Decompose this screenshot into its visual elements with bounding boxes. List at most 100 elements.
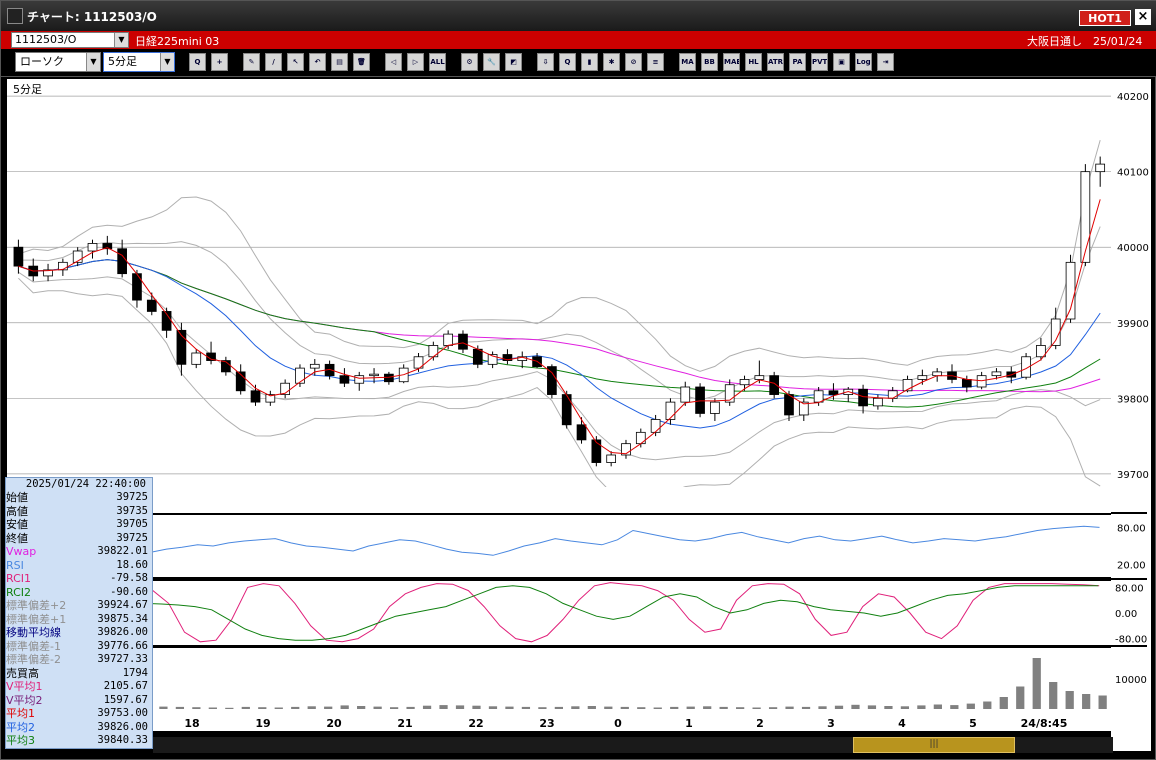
volume-bar xyxy=(867,705,877,709)
time-tick-label: 2 xyxy=(756,717,764,730)
atr-button[interactable]: ATR xyxy=(767,53,784,71)
volume-bar xyxy=(917,705,926,709)
zoom-icon[interactable]: Q xyxy=(189,53,206,71)
title-bar[interactable]: チャート: 1112503/O HOT1 × xyxy=(1,1,1156,31)
candle-body xyxy=(695,386,705,414)
download-icon[interactable]: ⇩ xyxy=(537,53,554,71)
bar-icon[interactable]: ▮ xyxy=(581,53,598,71)
frame-icon[interactable]: ▣ xyxy=(833,53,850,71)
document-icon[interactable]: ▤ xyxy=(331,53,348,71)
legend-row: 標準偏差+1 39875.34 xyxy=(6,613,152,627)
time-tick-label: 5 xyxy=(969,717,977,730)
volume-bar xyxy=(620,706,629,709)
volume-bar xyxy=(637,707,646,709)
pencil-icon[interactable]: ✎ xyxy=(243,53,260,71)
legend-value: 39776.66 xyxy=(97,639,148,652)
legend-label: 売買高 xyxy=(6,666,39,680)
volume-bar xyxy=(258,707,267,709)
volume-bar xyxy=(983,701,992,709)
volume-bar xyxy=(472,705,481,709)
crosshair-icon[interactable]: + xyxy=(211,53,228,71)
mae-button[interactable]: MAE xyxy=(723,53,740,71)
volume-bar xyxy=(291,706,300,709)
wrench-icon[interactable]: 🔧 xyxy=(483,53,500,71)
close-button[interactable]: × xyxy=(1135,9,1151,25)
cross-icon[interactable]: ✱ xyxy=(603,53,620,71)
scrollbar-thumb[interactable]: ||| xyxy=(853,737,1015,753)
legend-label: 移動平均線 xyxy=(6,626,61,639)
settings-icon[interactable]: ⚙ xyxy=(461,53,478,71)
candle-left-icon[interactable]: ◁ xyxy=(385,53,402,71)
chart-type-select[interactable]: ローソク ▼ xyxy=(15,52,101,72)
legend-value: 18.60 xyxy=(116,558,148,571)
timeframe-select[interactable]: 5分足 ▼ xyxy=(103,52,175,72)
legend-label: 標準偏差+1 xyxy=(6,612,67,626)
rsi-pane-bg xyxy=(7,515,1111,577)
legend-label: 標準偏差+2 xyxy=(6,599,67,612)
search-icon[interactable]: Q xyxy=(559,53,576,71)
symbol-select[interactable]: 1112503/O ▼ xyxy=(11,32,129,48)
volume-bar xyxy=(604,706,613,709)
trash-icon[interactable]: 🗑 xyxy=(353,53,370,71)
candle-body xyxy=(606,454,617,463)
time-tick-label: 21 xyxy=(397,717,412,730)
legend-value: 39735 xyxy=(116,504,148,517)
legend-row: V平均2 1597.67 xyxy=(6,694,152,708)
candle-body xyxy=(991,371,1002,377)
legend-row: 始値 39725 xyxy=(6,491,152,505)
time-tick-label: 3 xyxy=(827,717,835,730)
candle-right-icon[interactable]: ▷ xyxy=(407,53,424,71)
volume-bar xyxy=(752,707,761,709)
candle-body xyxy=(1080,171,1091,263)
rsi-tick-label: 80.00 xyxy=(1117,523,1146,534)
ma-button[interactable]: MA xyxy=(679,53,696,71)
window-title: チャート: 1112503/O xyxy=(27,10,157,24)
hl-button[interactable]: HL xyxy=(745,53,762,71)
legend-value: 39875.34 xyxy=(97,612,148,625)
legend-row: 高値 39735 xyxy=(6,505,152,519)
line-tool-icon[interactable]: / xyxy=(265,53,282,71)
legend-row: 平均3 39840.33 xyxy=(6,734,152,748)
para-button[interactable]: PA xyxy=(789,53,806,71)
legend-value: 2105.67 xyxy=(103,680,148,692)
pvt-button[interactable]: PVT xyxy=(811,53,828,71)
hot-button[interactable]: HOT1 xyxy=(1079,10,1131,26)
volume-bar xyxy=(587,706,596,709)
clock-icon[interactable]: ⊘ xyxy=(625,53,642,71)
chart-canvas[interactable]: 5分足39700398003990040000401004020020.0080… xyxy=(7,79,1151,751)
all-button[interactable]: ALL xyxy=(429,53,446,71)
candle-body xyxy=(754,375,765,380)
legend-value: 39725 xyxy=(116,531,148,544)
volume-bar xyxy=(389,707,399,709)
volume-bar xyxy=(1049,682,1058,709)
volume-bar xyxy=(373,706,382,709)
symbol-bar: 1112503/O ▼ 日経225mini 03 大阪日通し 25/01/24 xyxy=(1,31,1156,49)
bb-button[interactable]: BB xyxy=(701,53,718,71)
volume-bar xyxy=(703,706,712,709)
price-tick-label: 40200 xyxy=(1117,92,1149,103)
volume-bar xyxy=(966,703,975,709)
export-icon[interactable]: ⇥ xyxy=(877,53,894,71)
color-icon[interactable]: ◩ xyxy=(505,53,522,71)
candle-body xyxy=(961,379,972,388)
candle-body xyxy=(146,299,157,312)
pointer-icon[interactable]: ↖ xyxy=(287,53,304,71)
legend-row: 平均1 39753.00 xyxy=(6,707,152,721)
legend-value: 39826.00 xyxy=(97,626,148,638)
candle-body xyxy=(917,375,928,380)
candle-body xyxy=(1050,318,1061,346)
timeframe-label: 5分足 xyxy=(13,83,42,96)
time-tick-label: 24/8:45 xyxy=(1021,717,1068,730)
volume-bar xyxy=(175,706,185,709)
legend-row: 標準偏差-2 39727.33 xyxy=(6,653,152,667)
data-legend-panel: 2025/01/24 22:40:00 始値 39725 高値 39735 安値 3970… xyxy=(5,477,153,749)
legend-label: RCI1 xyxy=(6,572,32,585)
candle-body xyxy=(784,394,794,416)
legend-row: 終値 39725 xyxy=(6,532,152,546)
log-button[interactable]: Log xyxy=(855,53,872,71)
undo-icon[interactable]: ↶ xyxy=(309,53,326,71)
chart-window: チャート: 1112503/O HOT1 × 1112503/O ▼ 日経225m… xyxy=(0,0,1156,760)
volume-bar xyxy=(785,706,794,709)
indicator-icon[interactable]: ≡ xyxy=(647,53,664,71)
price-axis-bg xyxy=(1111,79,1151,751)
